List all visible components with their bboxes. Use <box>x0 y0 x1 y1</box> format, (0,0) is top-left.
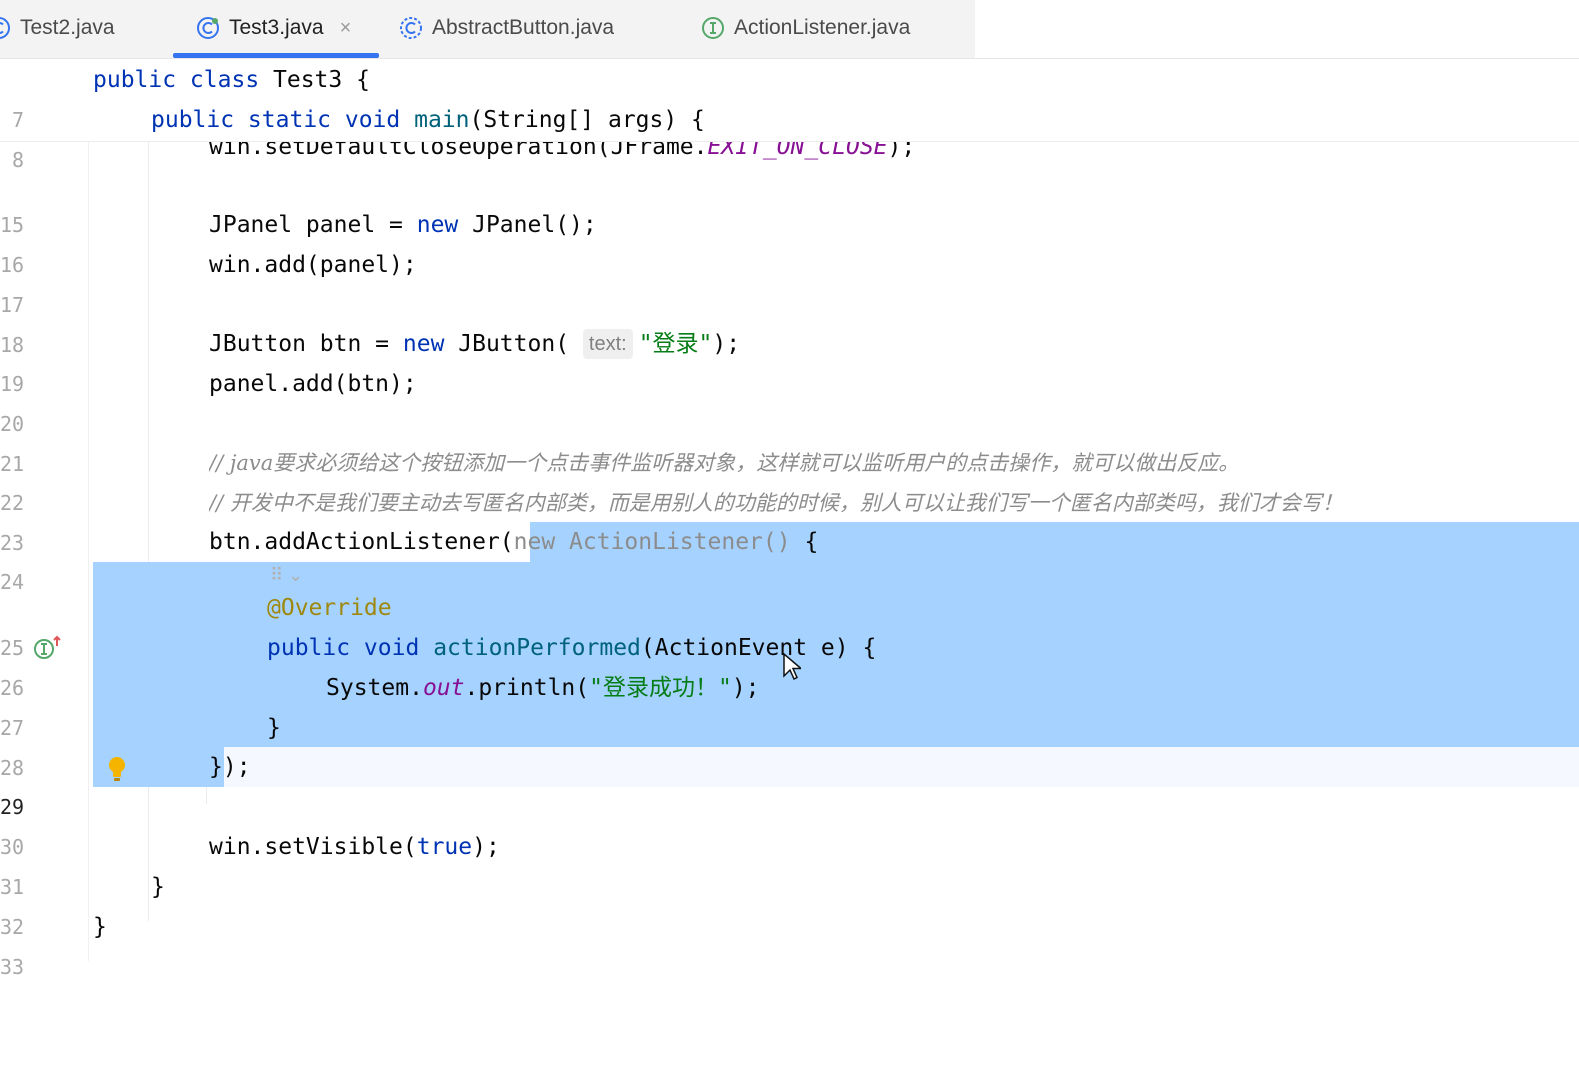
tab-label: Test3.java <box>229 16 324 39</box>
active-tab-indicator <box>173 53 379 58</box>
code-line: 8 public static void main(String[] args)… <box>0 100 1579 172</box>
tab-actionlistener-java[interactable]: ActionListener.java <box>700 0 910 56</box>
code-line: 33 } <box>0 907 1579 979</box>
editor-tab-bar: Test2.java Test3.java × AbstractButton.j… <box>0 0 1579 59</box>
code-text: } <box>93 914 107 940</box>
code-line: 28 } <box>0 708 1579 780</box>
code-text: } <box>151 874 165 900</box>
code-line: 31 win.setVisible(true); <box>0 827 1579 899</box>
code-text: panel.add(btn); <box>209 371 417 397</box>
code-text: btn.addActionListener(new ActionListener… <box>209 529 819 555</box>
code-text: JPanel panel = new JPanel(); <box>209 212 597 238</box>
tab-label: Test2.java <box>20 16 115 39</box>
code-text: } <box>267 715 281 741</box>
tab-test2-java[interactable]: Test2.java <box>0 0 115 56</box>
code-line: 29 }); <box>0 747 1579 819</box>
code-text: System.out.println("登录成功！"); <box>326 675 760 701</box>
lightbulb-intention-icon[interactable] <box>106 756 128 782</box>
code-text: public static void main(String[] args) { <box>151 107 705 133</box>
code-text: public class Test3 { <box>93 67 370 93</box>
code-line: 22 // java要求必须给这个按钮添加一个点击事件监听器对象，这样就可以监听… <box>0 443 1579 515</box>
code-editor[interactable]: 7 public class Test3 { 8 public static v… <box>0 59 1579 979</box>
code-line: 21 <box>0 404 1579 476</box>
abstract-class-icon <box>398 15 424 41</box>
tab-test3-java[interactable]: Test3.java × <box>173 0 379 56</box>
code-annotation: @Override <box>267 595 392 621</box>
interface-icon <box>700 15 726 41</box>
code-text: JButton btn = new JButton( text: "登录"); <box>209 329 741 359</box>
tab-label: AbstractButton.java <box>432 16 615 39</box>
code-line: 17 win.add(panel); <box>0 245 1579 317</box>
implements-method-icon[interactable] <box>32 634 62 662</box>
code-line: 20 panel.add(btn); <box>0 364 1579 436</box>
sticky-scope-header: 7 public class Test3 { 8 public static v… <box>0 59 1579 172</box>
code-comment: // 开发中不是我们要主动去写匿名内部类，而是用别人的功能的时候，别人可以让我们… <box>209 491 1343 515</box>
code-line: 30 <box>0 787 1579 859</box>
code-line: 32 } <box>0 867 1579 939</box>
string-literal: "登录成功！" <box>589 675 732 701</box>
code-line: 25 @Override <box>0 588 1579 660</box>
line-number: 8 <box>12 148 25 172</box>
tab-abstractbutton-java[interactable]: AbstractButton.java <box>398 0 614 56</box>
class-icon <box>195 15 221 41</box>
code-line: 24 btn.addActionListener(new ActionListe… <box>0 522 1579 594</box>
string-literal: "登录" <box>638 331 713 357</box>
close-tab-icon[interactable]: × <box>340 17 352 40</box>
parameter-name-hint: text: <box>582 329 633 359</box>
line-number: 33 <box>0 955 25 979</box>
code-line: 16 JPanel panel = new JPanel(); <box>0 205 1579 277</box>
code-line: 18 <box>0 285 1579 357</box>
code-text: }); <box>209 754 251 780</box>
code-lens-indicator[interactable]: ⠿ ⌄ <box>270 565 303 586</box>
tab-label: ActionListener.java <box>734 16 911 39</box>
class-icon <box>0 15 12 41</box>
code-text: win.add(panel); <box>209 252 417 278</box>
code-line: 23 // 开发中不是我们要主动去写匿名内部类，而是用别人的功能的时候，别人可以… <box>0 483 1579 555</box>
mouse-pointer-icon <box>783 652 804 681</box>
code-comment: // java要求必须给这个按钮添加一个点击事件监听器对象，这样就可以监听用户的… <box>209 451 1240 475</box>
code-line: 7 public class Test3 { <box>0 60 1579 132</box>
code-line: 19 JButton btn = new JButton( text: "登录")… <box>0 324 1579 396</box>
code-line: 15 <box>0 165 1579 237</box>
code-text: win.setVisible(true); <box>209 834 500 860</box>
